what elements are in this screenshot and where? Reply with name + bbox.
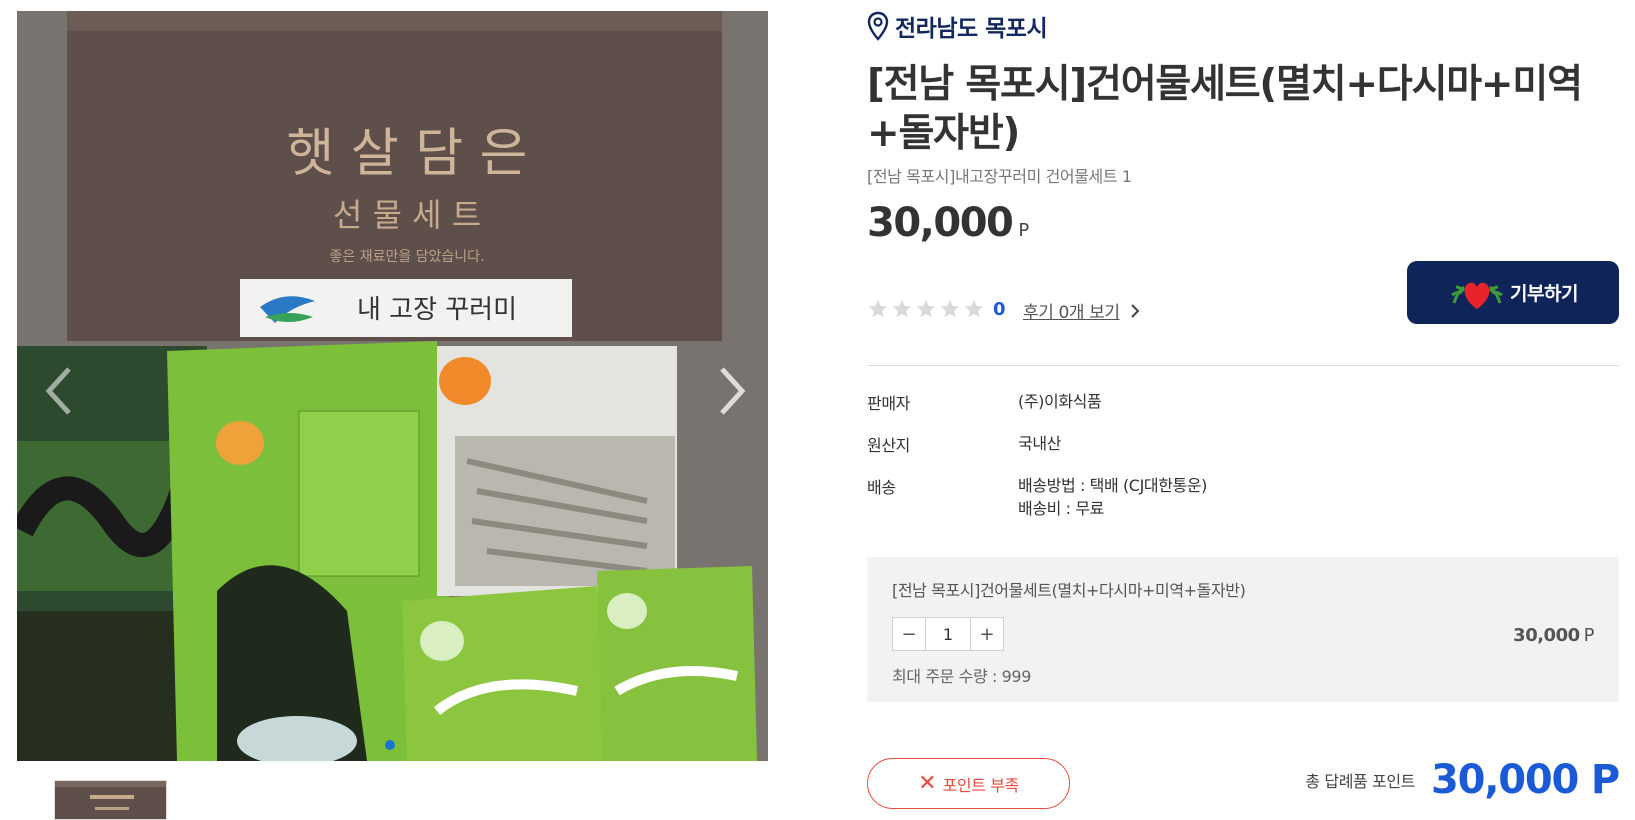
spec-value: 배송방법 : 택배 (CJ대한통운) 배송비 : 무료 bbox=[1018, 474, 1418, 520]
prev-image-arrow-icon[interactable] bbox=[37, 361, 81, 421]
insufficient-points-label: 포인트 부족 bbox=[942, 775, 1020, 795]
price-value: 30,000 bbox=[867, 200, 1014, 246]
total-points-value: 30,000 P bbox=[1431, 757, 1620, 803]
location-tag[interactable]: 전라남도 목포시 bbox=[867, 9, 1048, 43]
rating-count: 0 bbox=[993, 298, 1006, 320]
product-image-gallery[interactable]: 햇 살 담 은 선 물 세 트 좋은 재료만을 담았습니다. 내 고장 꾸러미 bbox=[17, 11, 768, 761]
shipping-fee: 배송비 : 무료 bbox=[1018, 499, 1104, 518]
product-subtitle: [전남 목포시]내고장꾸러미 건어물세트 1 bbox=[867, 167, 1132, 186]
spec-label: 원산지 bbox=[867, 436, 910, 455]
shipping-method: 배송방법 : 택배 (CJ대한통운) bbox=[1018, 476, 1208, 495]
thumbnail-image bbox=[55, 781, 166, 819]
star-icon bbox=[892, 299, 912, 318]
total-points-label: 총 답례품 포인트 bbox=[1305, 772, 1415, 791]
donate-button[interactable]: 기부하기 bbox=[1407, 261, 1619, 324]
total-points: 총 답례품 포인트 30,000 P bbox=[1305, 757, 1620, 803]
donate-button-label: 기부하기 bbox=[1510, 283, 1578, 305]
selected-option-box: [전남 목포시]건어물세트(멸치+다시마+미역+돌자반) − 1 + 30,00… bbox=[867, 557, 1619, 702]
spec-label: 판매자 bbox=[867, 394, 910, 413]
price-unit: P bbox=[1018, 220, 1030, 241]
quantity-stepper: − 1 + bbox=[892, 617, 1004, 651]
location-label: 전라남도 목포시 bbox=[895, 16, 1048, 42]
star-icon bbox=[868, 299, 888, 318]
gallery-pagination-dot[interactable] bbox=[385, 740, 395, 750]
insufficient-points-button[interactable]: ✕ 포인트 부족 bbox=[867, 758, 1070, 809]
heart-laurel-icon bbox=[1451, 282, 1503, 309]
star-icon bbox=[916, 299, 936, 318]
option-price-unit: P bbox=[1583, 625, 1595, 646]
product-photo: 햇 살 담 은 선 물 세 트 좋은 재료만을 담았습니다. 내 고장 꾸러미 bbox=[17, 11, 768, 761]
product-title: [전남 목포시]건어물세트(멸치+다시마+미역+돌자반) bbox=[867, 62, 1583, 156]
box-brand-text: 내 고장 꾸러미 bbox=[357, 295, 517, 325]
max-order-notice: 최대 주문 수량 : 999 bbox=[892, 667, 1031, 686]
star-icon bbox=[940, 299, 960, 318]
option-price-value: 30,000 bbox=[1513, 625, 1580, 646]
chevron-right-icon bbox=[1130, 303, 1140, 318]
quantity-value[interactable]: 1 bbox=[925, 618, 971, 650]
box-text-3: 좋은 재료만을 담았습니다. bbox=[329, 249, 484, 265]
next-image-arrow-icon[interactable] bbox=[710, 361, 754, 421]
option-price: 30,000 P bbox=[1513, 625, 1594, 646]
star-icon bbox=[964, 299, 984, 318]
spec-value: (주)이화식품 bbox=[1018, 392, 1102, 411]
increase-quantity-button[interactable]: + bbox=[971, 618, 1003, 650]
decrease-quantity-button[interactable]: − bbox=[893, 618, 925, 650]
gallery-thumbnail[interactable] bbox=[54, 780, 167, 820]
box-text-2: 선 물 세 트 bbox=[333, 196, 481, 234]
review-link-label: 후기 0개 보기 bbox=[1023, 303, 1120, 323]
product-price: 30,000 P bbox=[867, 200, 1029, 246]
divider bbox=[867, 365, 1619, 366]
spec-label: 배송 bbox=[867, 478, 896, 497]
close-x-icon: ✕ bbox=[918, 771, 937, 796]
review-link[interactable]: 후기 0개 보기 bbox=[1023, 298, 1140, 323]
box-text-1: 햇 살 담 은 bbox=[287, 124, 528, 184]
star-rating: 0 bbox=[867, 298, 1006, 320]
location-pin-icon bbox=[867, 11, 889, 41]
option-name: [전남 목포시]건어물세트(멸치+다시마+미역+돌자반) bbox=[892, 581, 1246, 600]
spec-value: 국내산 bbox=[1018, 434, 1061, 453]
